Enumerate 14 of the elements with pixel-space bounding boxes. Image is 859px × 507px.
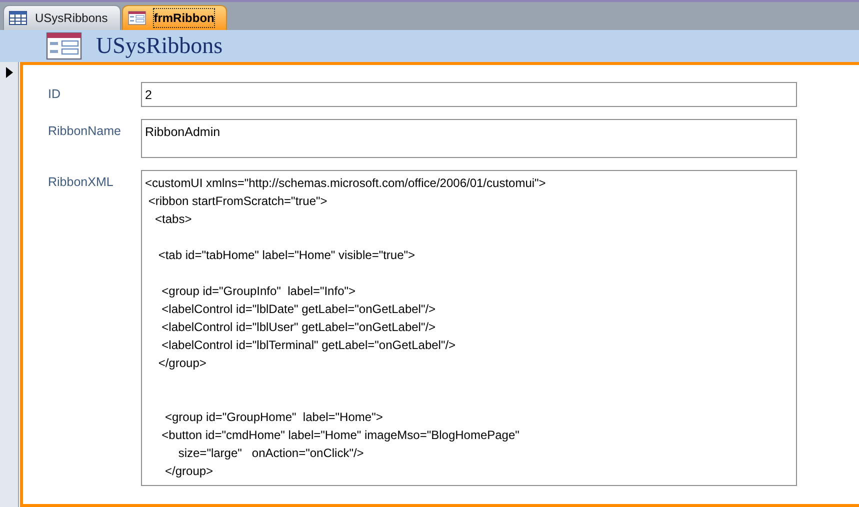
field-label: RibbonXML bbox=[48, 174, 114, 191]
form-icon bbox=[128, 11, 146, 25]
text-field[interactable]: 2 bbox=[141, 82, 797, 107]
form-icon bbox=[46, 32, 82, 60]
table-icon bbox=[9, 11, 27, 25]
field-label: RibbonName bbox=[48, 123, 122, 140]
document-tab[interactable]: frmRibbon bbox=[122, 5, 228, 30]
field-label: ID bbox=[48, 86, 62, 103]
text-field[interactable]: RibbonAdmin bbox=[141, 119, 797, 158]
form-title: USysRibbons bbox=[96, 32, 223, 60]
text-field[interactable]: <customUI xmlns="http://schemas.microsoft.com/office/2006/01/customui"> <ribbon startFromScratch="true"> <tabs> <tab id="tabHome" label="Home" visible="true"> <group id="GroupInfo" label="Info"> <labelControl id="lblDate" getLabel="onGetLabel"/> <labelControl id="lblUser" getLabel="onGetLabel"/> <labelControl id="lblTerminal" getLabel="onGetLabel"/> </group> <group id="GroupHome" label="Home"> <button id="cmdHome" label="Home" imageMso="BlogHomePage" size="large" onAction="onClick"/> </group> bbox=[141, 170, 797, 486]
current-record-icon bbox=[6, 67, 12, 78]
record-selector[interactable] bbox=[0, 62, 19, 507]
document-tab[interactable]: USysRibbons bbox=[3, 5, 121, 30]
